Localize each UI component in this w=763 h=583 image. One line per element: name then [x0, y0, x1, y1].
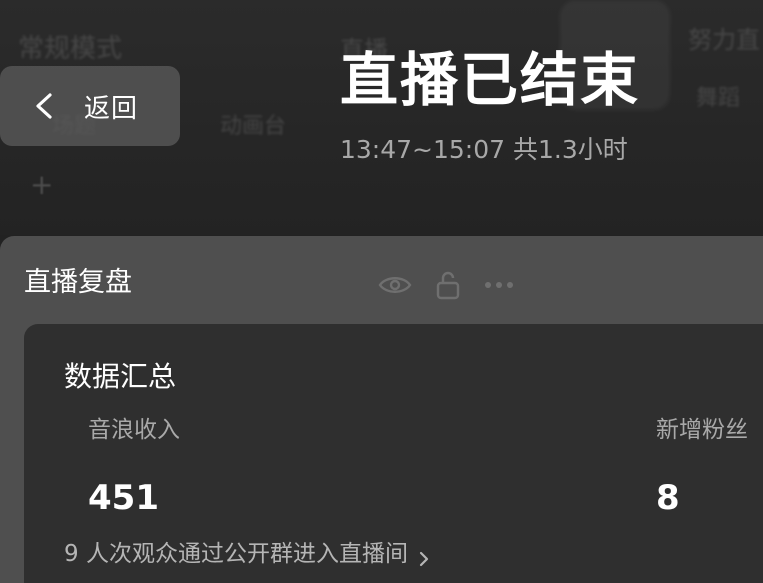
background-plus-icon: + — [30, 168, 54, 201]
review-panel: 直播复盘 数据汇总 音浪收入 451 新增粉丝 8 9 人次观众通过公开群进入直… — [0, 236, 763, 583]
background-mode-label: 常规模式 — [18, 34, 123, 64]
metric-value-new-fans: 8 — [656, 478, 680, 518]
summary-title: 数据汇总 — [64, 360, 177, 393]
public-group-entry-link[interactable]: 9 人次观众通过公开群进入直播间 — [64, 538, 430, 570]
back-button[interactable]: 返回 — [0, 66, 180, 146]
chevron-left-icon — [32, 91, 56, 121]
metric-label-new-fans: 新增粉丝 — [656, 417, 748, 443]
public-group-entry-text: 9 人次观众通过公开群进入直播间 — [64, 541, 408, 567]
background-icon-row — [378, 270, 514, 300]
lock-icon — [434, 270, 462, 300]
background-stream-title: 努力直 — [688, 26, 760, 54]
more-icon — [484, 281, 514, 289]
data-summary-card: 数据汇总 音浪收入 451 新增粉丝 8 9 人次观众通过公开群进入直播间 — [24, 324, 763, 583]
background-tab-label: 动画台 — [220, 114, 287, 139]
background-stream-tag: 舞蹈 — [696, 86, 741, 111]
page-title: 直播已结束 — [340, 46, 641, 114]
back-label: 返回 — [84, 93, 139, 124]
stream-time-range: 13:47~15:07 共1.3小时 — [340, 135, 628, 164]
chevron-right-icon — [418, 545, 430, 567]
metric-value-income: 451 — [88, 478, 159, 518]
live-ended-screen: 常规模式 场题 动画台 直播 努力直 舞蹈 + 返回 直播已结束 13:47~1… — [0, 0, 763, 583]
metric-label-income: 音浪收入 — [88, 417, 180, 443]
eye-icon — [378, 274, 412, 296]
review-title: 直播复盘 — [24, 267, 132, 298]
